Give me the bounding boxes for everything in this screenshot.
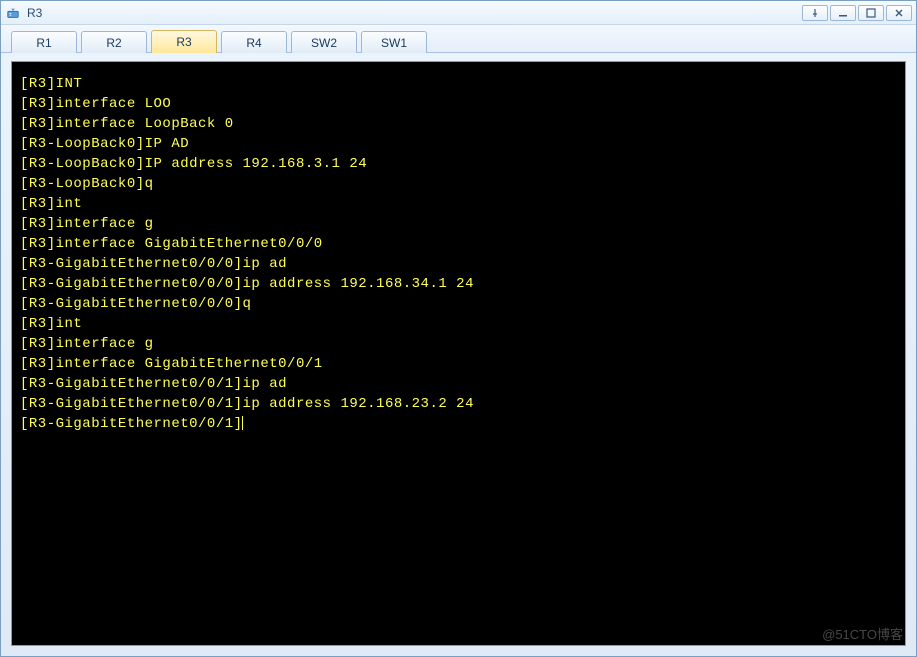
terminal-line: [R3]interface g [20, 334, 897, 354]
tab-r4[interactable]: R4 [221, 31, 287, 53]
titlebar: R3 [1, 1, 916, 25]
terminal-line: [R3-GigabitEthernet0/0/1] [20, 414, 897, 434]
terminal-line: [R3]int [20, 314, 897, 334]
terminal-line: [R3]INT [20, 74, 897, 94]
terminal-line: [R3]interface GigabitEthernet0/0/0 [20, 234, 897, 254]
tab-bar: R1 R2 R3 R4 SW2 SW1 [1, 25, 916, 53]
terminal-line: [R3]interface LOO [20, 94, 897, 114]
minimize-button[interactable] [830, 5, 856, 21]
terminal-line: [R3-GigabitEthernet0/0/0]q [20, 294, 897, 314]
tab-sw2[interactable]: SW2 [291, 31, 357, 53]
terminal-line: [R3-GigabitEthernet0/0/1]ip ad [20, 374, 897, 394]
terminal-line: [R3]interface g [20, 214, 897, 234]
terminal-line: [R3-GigabitEthernet0/0/0]ip address 192.… [20, 274, 897, 294]
tab-r2[interactable]: R2 [81, 31, 147, 53]
terminal-line: [R3-LoopBack0]IP AD [20, 134, 897, 154]
terminal[interactable]: [R3]INT[R3]interface LOO[R3]interface Lo… [11, 61, 906, 646]
app-icon [5, 5, 21, 21]
tab-r1[interactable]: R1 [11, 31, 77, 53]
tab-sw1[interactable]: SW1 [361, 31, 427, 53]
terminal-container: [R3]INT[R3]interface LOO[R3]interface Lo… [1, 53, 916, 656]
maximize-button[interactable] [858, 5, 884, 21]
tab-r3[interactable]: R3 [151, 30, 217, 53]
terminal-line: [R3-LoopBack0]IP address 192.168.3.1 24 [20, 154, 897, 174]
app-window: R3 R1 R2 R3 R4 SW2 SW1 [R3]INT[R3]interf… [0, 0, 917, 657]
terminal-line: [R3]int [20, 194, 897, 214]
pin-button[interactable] [802, 5, 828, 21]
cursor [242, 416, 243, 430]
terminal-line: [R3]interface GigabitEthernet0/0/1 [20, 354, 897, 374]
terminal-line: [R3-GigabitEthernet0/0/0]ip ad [20, 254, 897, 274]
terminal-line: [R3-LoopBack0]q [20, 174, 897, 194]
window-title: R3 [27, 6, 802, 20]
close-button[interactable] [886, 5, 912, 21]
terminal-line: [R3-GigabitEthernet0/0/1]ip address 192.… [20, 394, 897, 414]
terminal-line: [R3]interface LoopBack 0 [20, 114, 897, 134]
window-controls [802, 5, 912, 21]
